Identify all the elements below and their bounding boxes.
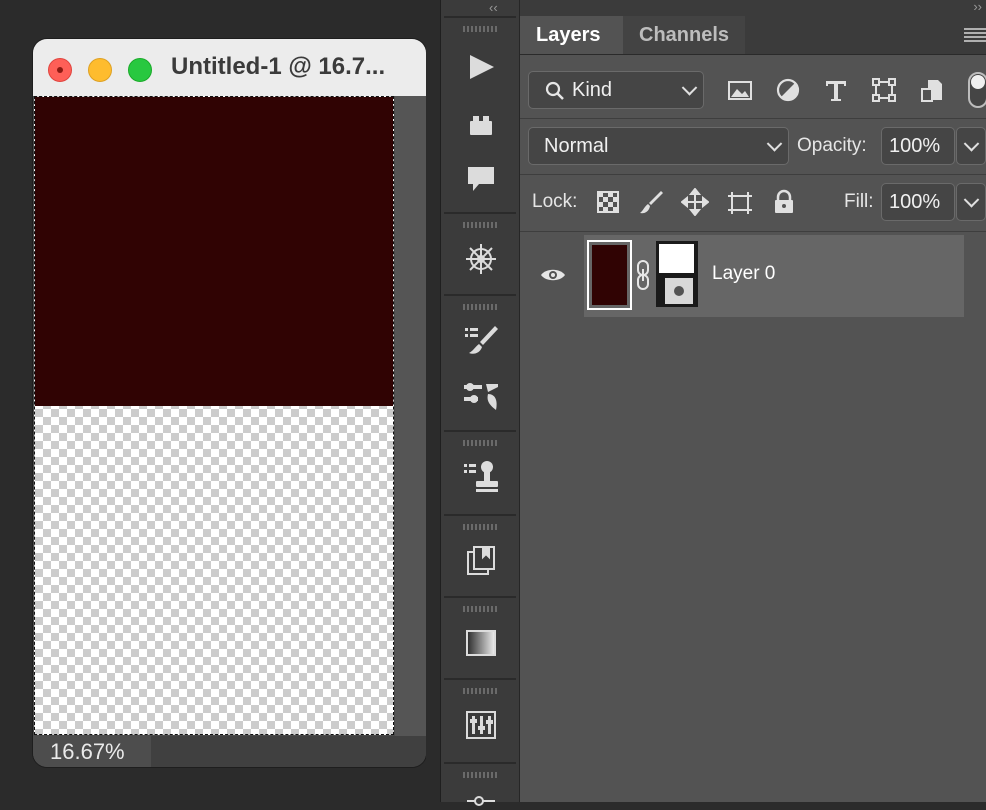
grip-handle[interactable] — [463, 222, 499, 228]
link-chain-icon[interactable] — [636, 259, 650, 291]
blend-mode-dropdown[interactable]: Normal — [528, 127, 789, 165]
fill-slider-button[interactable] — [956, 183, 986, 221]
play-icon[interactable] — [460, 46, 502, 88]
row-divider — [520, 174, 986, 175]
grip-handle[interactable] — [463, 524, 499, 530]
document-window: Untitled-1 @ 16.7... 16.67% — [33, 39, 426, 767]
comment-icon[interactable] — [460, 158, 502, 200]
compass-wheel-icon[interactable] — [460, 238, 502, 280]
canvas-fill-region — [35, 97, 393, 406]
opacity-input[interactable]: 100% — [881, 127, 955, 165]
lock-label: Lock: — [532, 191, 578, 212]
status-bar: 16.67% — [33, 736, 426, 767]
document-title: Untitled-1 @ 16.7... — [171, 53, 386, 80]
shape-layer-filter-icon[interactable] — [870, 76, 898, 104]
tool-group — [444, 762, 516, 806]
gradient-icon[interactable] — [460, 622, 502, 664]
tool-group — [444, 596, 516, 680]
toggle-knob — [971, 75, 985, 89]
chevron-down-icon — [963, 136, 980, 152]
tool-group — [444, 678, 516, 764]
lego-brick-icon[interactable] — [460, 104, 502, 146]
blend-mode-value: Normal — [544, 135, 609, 157]
grip-handle[interactable] — [463, 440, 499, 446]
lock-transparent-pixels-icon[interactable] — [594, 188, 622, 216]
tool-group — [444, 514, 516, 598]
mask-white-area — [659, 244, 694, 273]
window-zoom-button[interactable] — [128, 58, 152, 82]
chevron-down-icon — [681, 80, 698, 96]
lock-all-icon[interactable] — [770, 188, 798, 216]
filter-toggle-switch[interactable] — [968, 72, 986, 108]
panel-menu-icon[interactable] — [964, 28, 986, 42]
canvas-area[interactable] — [33, 96, 426, 736]
panel-header-strip: ›› — [520, 0, 986, 16]
filter-kind-label: Kind — [572, 79, 613, 101]
adjustments-icon[interactable] — [460, 704, 502, 746]
grip-handle[interactable] — [463, 606, 499, 612]
grip-handle[interactable] — [463, 688, 499, 694]
tool-group — [444, 294, 516, 432]
slider-icon[interactable] — [460, 784, 502, 810]
tab-channels[interactable]: Channels — [623, 16, 746, 54]
smart-object-filter-icon[interactable] — [918, 76, 946, 104]
filter-kind-dropdown[interactable]: Kind — [528, 71, 704, 109]
eye-icon[interactable] — [540, 265, 566, 285]
fill-label: Fill: — [844, 191, 874, 212]
chevron-down-icon — [766, 136, 783, 152]
artboard-history-icon[interactable] — [460, 540, 502, 582]
brush-settings-icon[interactable] — [460, 376, 502, 418]
row-divider — [520, 118, 986, 119]
fill-input[interactable]: 100% — [881, 183, 955, 221]
opacity-label: Opacity: — [797, 135, 867, 156]
collapse-left-icon[interactable]: ‹‹ — [489, 0, 498, 15]
row-divider — [520, 231, 986, 232]
lock-artboard-icon[interactable] — [726, 188, 754, 216]
layer-thumbnail[interactable] — [587, 240, 632, 310]
tool-group — [444, 430, 516, 516]
window-close-button[interactable] — [48, 58, 72, 82]
panel-icon-strip: ‹‹ — [440, 0, 521, 806]
search-icon — [545, 81, 564, 100]
clone-stamp-list-icon[interactable] — [460, 456, 502, 498]
layers-panel: ›› Layers Channels Kind Normal Opacity: — [520, 0, 986, 802]
vector-mask-icon — [665, 278, 693, 304]
tool-group — [444, 212, 516, 296]
grip-handle[interactable] — [463, 26, 499, 32]
grip-handle[interactable] — [463, 304, 499, 310]
fill-value: 100% — [889, 191, 941, 213]
document-titlebar[interactable]: Untitled-1 @ 16.7... — [33, 39, 426, 96]
type-layer-filter-icon[interactable] — [822, 76, 850, 104]
opacity-slider-button[interactable] — [956, 127, 986, 165]
brush-list-icon[interactable] — [460, 320, 502, 362]
collapse-right-icon[interactable]: ›› — [973, 0, 982, 14]
opacity-value: 100% — [889, 135, 941, 157]
layer-row[interactable]: Layer 0 — [584, 235, 964, 317]
lock-position-icon[interactable] — [681, 188, 709, 216]
chevron-down-icon — [963, 192, 980, 208]
panel-divider — [426, 0, 440, 802]
lock-image-pixels-icon[interactable] — [637, 188, 665, 216]
canvas[interactable] — [34, 96, 394, 735]
window-minimize-button[interactable] — [88, 58, 112, 82]
tab-layers[interactable]: Layers — [520, 16, 623, 54]
tool-group — [444, 16, 516, 214]
pixel-layer-filter-icon[interactable] — [726, 76, 754, 104]
vertical-scrollbar[interactable] — [395, 96, 426, 736]
panel-tabs: Layers Channels — [520, 16, 986, 55]
layer-mask-thumbnail[interactable] — [656, 241, 698, 307]
zoom-level[interactable]: 16.67% — [33, 736, 151, 767]
layer-thumbnail-fill — [592, 245, 627, 305]
grip-handle[interactable] — [463, 772, 499, 778]
adjustment-layer-filter-icon[interactable] — [774, 76, 802, 104]
layer-name[interactable]: Layer 0 — [712, 263, 775, 285]
